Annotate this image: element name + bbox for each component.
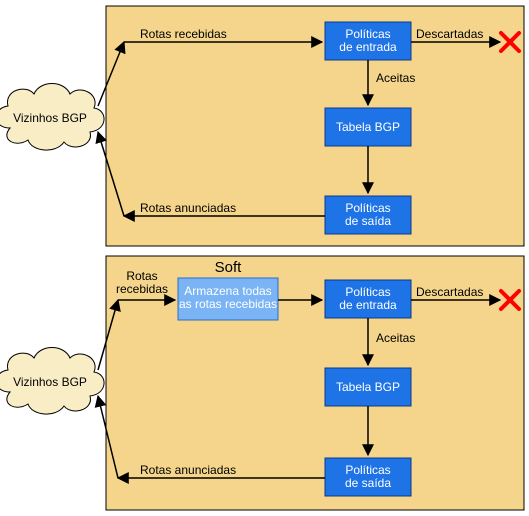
box-policies-in: Políticasde entrada [325,22,411,60]
box-bgp-table: Tabela BGP [325,108,411,146]
svg-text:Políticasde entrada: Políticasde entrada [339,27,397,54]
box-policies-in: Políticasde entrada [325,280,411,318]
panel-hard-reset: Vizinhos BGP Políticasde entrada Tabela … [0,6,524,246]
label-discarded: Descartadas [416,285,483,299]
label-accepted: Aceitas [376,331,415,345]
bgp-diagram: Vizinhos BGP Políticasde entrada Tabela … [0,0,529,516]
box-store-all: Armazena todasas rotas recebidas [178,278,278,320]
label-received: Rotas recebidas [140,27,227,41]
svg-text:Políticasde saída: Políticasde saída [345,201,391,228]
label-discarded: Descartadas [416,27,483,41]
svg-text:Políticasde entrada: Políticasde entrada [339,285,397,312]
panel-soft-reset: Vizinhos BGP Soft Armazena todasas rotas… [0,256,524,510]
svg-text:Armazena todasas rotas recebid: Armazena todasas rotas recebidas [179,284,277,311]
svg-text:Políticasde saída: Políticasde saída [345,463,391,490]
label-accepted: Aceitas [376,71,415,85]
svg-text:Tabela BGP: Tabela BGP [336,380,400,394]
box-policies-out: Políticasde saída [325,196,411,234]
label-advertised: Rotas anunciadas [140,201,236,215]
svg-text:Tabela BGP: Tabela BGP [336,120,400,134]
box-bgp-table: Tabela BGP [325,368,411,406]
label-advertised: Rotas anunciadas [140,463,236,477]
cloud-label: Vizinhos BGP [13,111,87,125]
soft-title: Soft [215,259,243,276]
box-policies-out: Políticasde saída [325,458,411,496]
cloud-label: Vizinhos BGP [13,375,87,389]
